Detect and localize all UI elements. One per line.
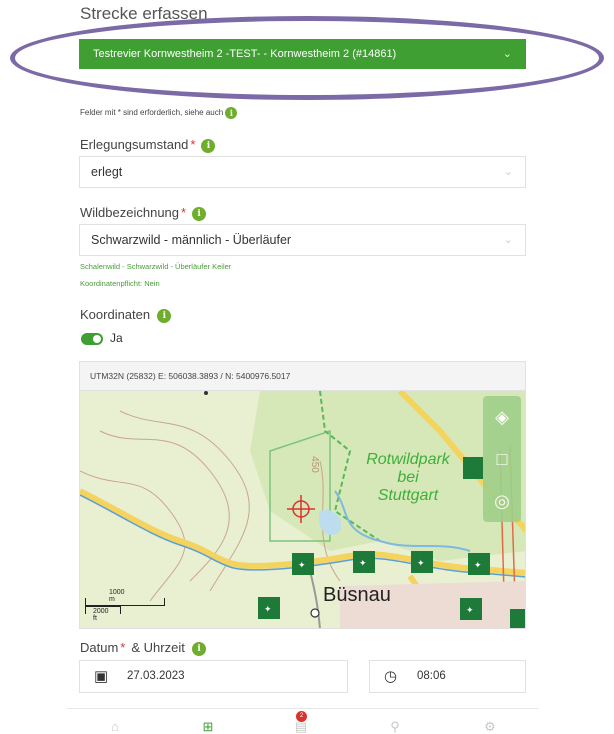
- clock-icon: ◷: [384, 668, 398, 685]
- info-icon[interactable]: i: [201, 138, 216, 153]
- info-icon[interactable]: i: [225, 107, 238, 119]
- chevron-down-icon: ⌄: [503, 234, 513, 246]
- wildbezeichnung-select[interactable]: Schwarzwild - männlich - Überläufer ⌄: [79, 224, 526, 256]
- map-canvas: ✦ ✦ ✦ ✦ ✦ ✦: [80, 391, 525, 628]
- map-label-town: Büsnau: [323, 584, 391, 606]
- info-icon[interactable]: i: [157, 308, 172, 323]
- add-icon[interactable]: ⊞: [198, 717, 218, 734]
- wildbezeichnung-label: Wildbezeichnung * i: [80, 205, 207, 221]
- chevron-down-icon: ⌄: [503, 166, 513, 178]
- koordinaten-label: Koordinaten i: [80, 307, 172, 323]
- datum-label: Datum * & Uhrzeit i: [80, 640, 207, 656]
- date-input[interactable]: ▣ 27.03.2023: [79, 660, 348, 693]
- wildbezeichnung-hint: Schalenwild - Schwarzwild - Überläufer K…: [80, 262, 232, 271]
- annotation-highlight-ellipse: [10, 16, 604, 100]
- layers-icon[interactable]: ◈: [483, 396, 521, 438]
- coordinate-readout: UTM32N (25832) E: 506038.3893 / N: 54009…: [79, 361, 526, 391]
- koordinatenpflicht-hint: Koordinatenpflicht: Nein: [80, 279, 160, 288]
- map-view[interactable]: ✦ ✦ ✦ ✦ ✦ ✦ Rotwildpark bei Stuttgart Büsna…: [79, 391, 526, 629]
- calendar-icon: ▣: [94, 668, 109, 685]
- svg-text:✦: ✦: [359, 559, 367, 569]
- erlegungsumstand-label: Erlegungsumstand * i: [80, 137, 216, 153]
- svg-text:✦: ✦: [466, 606, 474, 616]
- home-icon[interactable]: ⌂: [105, 717, 125, 734]
- svg-text:✦: ✦: [298, 561, 306, 571]
- koordinaten-toggle[interactable]: [81, 333, 103, 345]
- info-icon[interactable]: i: [192, 206, 207, 221]
- koordinaten-toggle-label: Ja: [110, 331, 123, 345]
- time-input[interactable]: ◷ 08:06: [369, 660, 526, 693]
- svg-text:✦: ✦: [417, 559, 425, 569]
- locate-icon[interactable]: ◎: [483, 480, 521, 522]
- settings-icon[interactable]: ⚙: [480, 717, 500, 734]
- lock-icon[interactable]: □: [483, 438, 521, 480]
- required-fields-note: Felder mit * sind erforderlich, siehe au…: [80, 107, 238, 119]
- erlegungsumstand-select[interactable]: erlegt ⌄: [79, 156, 526, 188]
- map-label-park: Rotwildpark bei Stuttgart: [366, 451, 450, 504]
- svg-text:✦: ✦: [264, 605, 272, 615]
- svg-text:✦: ✦: [474, 561, 482, 571]
- location-icon[interactable]: ⚲: [385, 717, 405, 734]
- notification-badge: 2: [296, 711, 307, 722]
- map-label-contour: 450: [308, 456, 320, 473]
- info-icon[interactable]: i: [192, 641, 207, 656]
